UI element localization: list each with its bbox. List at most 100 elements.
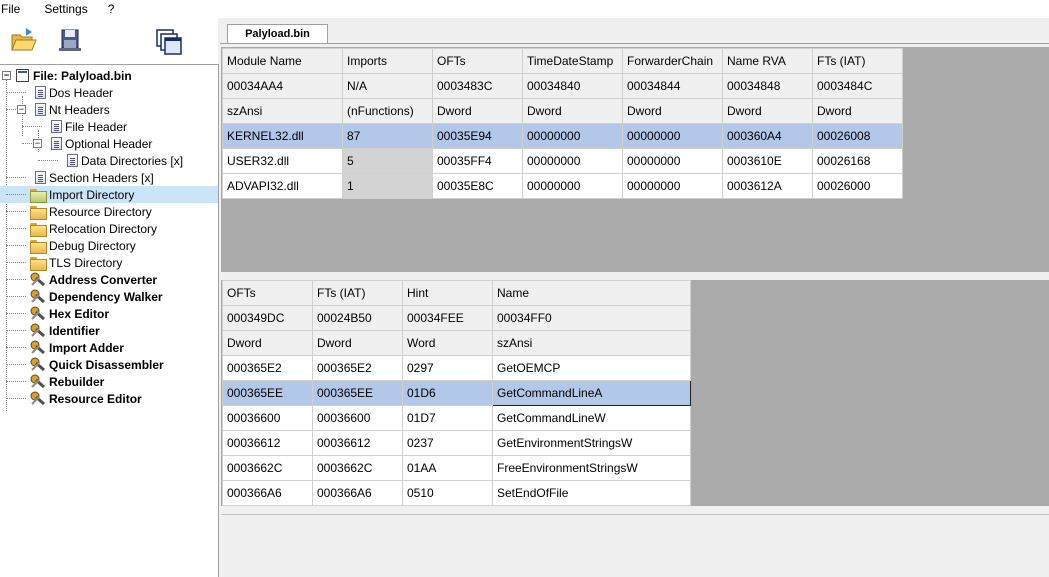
table-cell[interactable]: 00000000: [622, 123, 723, 149]
table-cell[interactable]: 000366A6: [222, 480, 313, 506]
table-cell[interactable]: 00026000: [812, 173, 903, 199]
header-cell[interactable]: 0003483C: [432, 73, 523, 99]
tree-item-rebuilder[interactable]: Rebuilder: [0, 373, 104, 390]
header-cell[interactable]: 00034FEE: [402, 305, 493, 331]
table-cell[interactable]: 01D7: [402, 405, 493, 431]
header-cell[interactable]: ForwarderChain: [622, 48, 723, 74]
header-cell[interactable]: 00034AA4: [222, 73, 343, 99]
table-cell[interactable]: FreeEnvironmentStringsW: [492, 455, 691, 481]
table-cell[interactable]: GetCommandLineA: [492, 380, 691, 406]
save-button[interactable]: [56, 26, 84, 54]
table-cell[interactable]: 00000000: [522, 173, 623, 199]
table-cell[interactable]: 00036600: [222, 405, 313, 431]
tree-item-nt-headers[interactable]: − Nt Headers: [0, 101, 110, 118]
table-cell[interactable]: 00036600: [312, 405, 403, 431]
tree-root-file[interactable]: − File: Palyload.bin: [0, 67, 132, 84]
header-cell[interactable]: (nFunctions): [342, 98, 433, 124]
header-cell[interactable]: FTs (IAT): [312, 280, 403, 306]
tree-item-resource-editor[interactable]: Resource Editor: [0, 390, 142, 407]
header-cell[interactable]: Dword: [222, 330, 313, 356]
header-cell[interactable]: 00034844: [622, 73, 723, 99]
tab-palyload-bin[interactable]: Palyload.bin: [227, 24, 328, 44]
table-cell[interactable]: 0237: [402, 430, 493, 456]
table-cell[interactable]: 00036612: [222, 430, 313, 456]
table-cell[interactable]: 00000000: [522, 123, 623, 149]
table-row[interactable]: 0003662C 0003662C 01AA FreeEnvironmentStrin…: [222, 455, 691, 481]
table-cell[interactable]: 0003610E: [722, 148, 813, 174]
tree-item-file-header[interactable]: File Header: [0, 118, 127, 135]
table-cell[interactable]: GetEnvironmentStringsW: [492, 430, 691, 456]
table-cell[interactable]: 000366A6: [312, 480, 403, 506]
header-cell[interactable]: 00034FF0: [492, 305, 691, 331]
table-cell[interactable]: 0297: [402, 355, 493, 381]
table-cell[interactable]: 000365E2: [222, 355, 313, 381]
header-cell[interactable]: Dword: [432, 98, 523, 124]
tree-item-relocation-directory[interactable]: Relocation Directory: [0, 220, 157, 237]
tree-item-debug-directory[interactable]: Debug Directory: [0, 237, 136, 254]
menu-help[interactable]: ?: [108, 2, 123, 16]
header-cell[interactable]: OFTs: [222, 280, 313, 306]
table-cell[interactable]: 00000000: [622, 148, 723, 174]
table-cell[interactable]: 0510: [402, 480, 493, 506]
tree-item-dos-header[interactable]: Dos Header: [0, 84, 113, 101]
collapse-icon[interactable]: −: [33, 139, 42, 148]
table-cell[interactable]: 0003612A: [722, 173, 813, 199]
menu-settings[interactable]: Settings: [44, 2, 95, 16]
table-row[interactable]: 000365E2 000365E2 0297 GetOEMCP: [222, 355, 691, 381]
header-cell[interactable]: Module Name: [222, 48, 343, 74]
table-cell[interactable]: 00026008: [812, 123, 903, 149]
header-cell[interactable]: TimeDateStamp: [522, 48, 623, 74]
tree-item-import-adder[interactable]: Import Adder: [0, 339, 124, 356]
tree-item-address-converter[interactable]: Address Converter: [0, 271, 157, 288]
table-row[interactable]: 00036600 00036600 01D7 GetCommandLineW: [222, 405, 691, 431]
table-cell[interactable]: 00035E8C: [432, 173, 523, 199]
header-cell[interactable]: szAnsi: [492, 330, 691, 356]
header-cell[interactable]: 0003484C: [812, 73, 903, 99]
header-cell[interactable]: 000349DC: [222, 305, 313, 331]
table-cell[interactable]: 5: [342, 148, 433, 174]
table-cell[interactable]: 000365E2: [312, 355, 403, 381]
header-cell[interactable]: Dword: [522, 98, 623, 124]
table-cell[interactable]: 00000000: [622, 173, 723, 199]
table-cell[interactable]: GetCommandLineW: [492, 405, 691, 431]
header-cell[interactable]: Word: [402, 330, 493, 356]
table-cell[interactable]: 00036612: [312, 430, 403, 456]
header-cell[interactable]: FTs (IAT): [812, 48, 903, 74]
table-cell[interactable]: SetEndOfFile: [492, 480, 691, 506]
tree-item-data-directories-x[interactable]: Data Directories [x]: [0, 152, 183, 169]
table-cell[interactable]: USER32.dll: [222, 148, 343, 174]
table-cell[interactable]: 0003662C: [222, 455, 313, 481]
pane-splitter[interactable]: [221, 272, 1049, 280]
table-row[interactable]: 000365EE 000365EE 01D6 GetCommandLineA: [222, 380, 691, 406]
collapse-icon[interactable]: −: [17, 105, 26, 114]
table-cell[interactable]: 00000000: [522, 148, 623, 174]
menu-file[interactable]: File: [0, 2, 28, 16]
table-row[interactable]: USER32.dll 5 00035FF4 00000000 00000000 00036…: [222, 148, 903, 174]
table-cell[interactable]: 01AA: [402, 455, 493, 481]
header-cell[interactable]: Dword: [812, 98, 903, 124]
table-cell[interactable]: 00035FF4: [432, 148, 523, 174]
table-row[interactable]: KERNEL32.dll 87 00035E94 00000000 00000000 00…: [222, 123, 903, 149]
tree-item-identifier[interactable]: Identifier: [0, 322, 100, 339]
table-cell[interactable]: GetOEMCP: [492, 355, 691, 381]
windows-button[interactable]: [155, 28, 183, 56]
table-row[interactable]: 00036612 00036612 0237 GetEnvironmentString…: [222, 430, 691, 456]
table-cell[interactable]: 000360A4: [722, 123, 813, 149]
table-cell[interactable]: 01D6: [402, 380, 493, 406]
header-cell[interactable]: Dword: [312, 330, 403, 356]
tree-item-import-directory[interactable]: Import Directory: [0, 186, 218, 203]
table-cell[interactable]: KERNEL32.dll: [222, 123, 343, 149]
header-cell[interactable]: Dword: [622, 98, 723, 124]
table-cell[interactable]: 0003662C: [312, 455, 403, 481]
tree-item-section-headers-x[interactable]: Section Headers [x]: [0, 169, 154, 186]
table-cell[interactable]: 00026168: [812, 148, 903, 174]
header-cell[interactable]: Name: [492, 280, 691, 306]
table-cell[interactable]: 00035E94: [432, 123, 523, 149]
tree-item-quick-disassembler[interactable]: Quick Disassembler: [0, 356, 164, 373]
header-cell[interactable]: N/A: [342, 73, 433, 99]
table-row[interactable]: 000366A6 000366A6 0510 SetEndOfFile: [222, 480, 691, 506]
table-cell[interactable]: 000365EE: [312, 380, 403, 406]
tree-item-hex-editor[interactable]: Hex Editor: [0, 305, 109, 322]
header-cell[interactable]: 00034848: [722, 73, 813, 99]
table-cell[interactable]: 000365EE: [222, 380, 313, 406]
